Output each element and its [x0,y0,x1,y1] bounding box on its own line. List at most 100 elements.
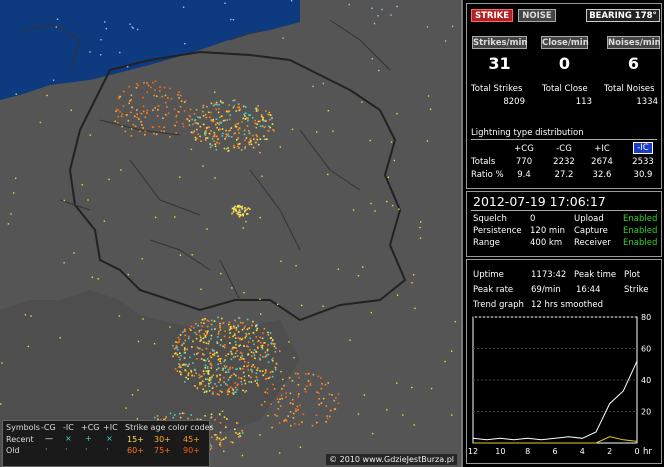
strike-dot [370,202,372,205]
strike-dot [159,86,161,88]
strike-dot [87,199,89,201]
strike-dot [363,394,365,396]
strike-dot [223,416,226,418]
strike-dot [257,109,259,112]
strike-dot [169,87,171,90]
strike-dot [289,411,292,413]
strike-dot [246,318,249,321]
type-header-pic[interactable]: +IC [585,144,619,154]
strike-dot [248,374,250,377]
strike-dot [175,114,178,117]
strike-dot [193,375,195,377]
strike-dot [295,265,297,267]
legend-age-title: Strike age color codes [125,423,214,432]
strike-dot [311,424,314,427]
ratio-pic: 32.6 [592,170,612,180]
strike-dot [200,288,202,290]
strike-dot [229,118,231,121]
noises-per-min-button[interactable]: Noises/min [607,36,661,49]
strike-dot [298,376,300,379]
bearing-button[interactable]: BEARING 178° [586,9,660,22]
strike-dot [220,101,223,104]
strike-dot [264,378,267,380]
strike-dot [184,328,186,331]
strike-dot [264,351,267,354]
strike-dot [266,138,268,140]
strike-dot [205,347,208,350]
x-tick-label: 2 [607,447,612,456]
type-header-pcg[interactable]: +CG [507,144,541,154]
strike-dot [290,0,293,2]
uptime-label: Uptime [473,270,504,280]
strike-dot [229,376,231,379]
strike-dot [215,434,217,436]
strike-dot [205,370,208,372]
lightning-map[interactable]: Symbols -CG -IC +CG +IC Strike age color… [0,0,461,467]
strike-dot [263,327,266,330]
strike-dot [217,358,220,361]
strike-dot [264,372,266,375]
strike-dot [160,130,163,132]
plot-strike-value[interactable]: Strike [624,285,648,295]
strike-dot [420,221,422,223]
strike-dot [195,372,197,374]
strike-dot [211,138,214,140]
strike-dot [242,105,245,108]
strike-dot [239,213,241,216]
strike-dot [374,210,376,212]
type-header-mic[interactable]: -IC [626,142,660,154]
strike-dot [245,332,247,335]
strike-dot [320,377,322,379]
strike-dot [249,114,252,116]
strike-dot [259,336,261,339]
strike-dot [287,415,289,417]
strike-dot [155,95,158,97]
strike-dot [154,107,156,109]
legend-symbols-label: Symbols [6,423,40,432]
strike-dot [334,408,337,410]
strike-dot [213,354,216,357]
strike-dot [177,336,180,339]
strike-dot [195,333,198,336]
strike-dot [301,421,303,423]
strike-dot [212,386,214,389]
strike-dot [259,151,261,154]
strike-dot [234,341,237,343]
strike-dot [256,369,258,371]
legend-recent-age-15: 15+ [127,435,144,444]
y-tick-label: 40 [641,376,651,385]
strike-dot [390,141,393,143]
strike-dot [249,138,252,140]
strike-dot [210,356,213,359]
strike-dot [260,114,263,116]
strike-dot [184,334,187,337]
range-value: 400 km [530,238,563,248]
strike-dot [207,111,210,114]
strike-dot [288,341,290,343]
x-tick-labels: 12 10 8 6 4 2 0 [468,447,640,456]
strike-dot [283,384,285,387]
strike-toggle-button[interactable]: STRIKE [471,9,513,22]
type-header-mcg[interactable]: -CG [547,144,581,154]
strike-dot [91,276,93,278]
strike-dot [274,366,277,369]
strike-dot [172,345,174,347]
strike-dot [451,414,453,416]
strike-dot [142,127,144,129]
noise-toggle-button[interactable]: NOISE [518,9,556,22]
strike-dot [226,110,229,112]
strikes-per-min-button[interactable]: Strikes/min [472,36,527,49]
capture-label: Capture [574,226,608,236]
strike-dot [332,130,334,132]
strike-dot [228,110,231,113]
strike-dot [257,143,260,146]
strike-dot [174,368,177,370]
strike-dot [184,339,187,342]
strike-dot [201,349,204,351]
strike-dot [245,106,247,108]
strike-dot [451,350,453,352]
strike-dot [185,370,187,372]
strike-dot [179,105,182,108]
close-per-min-button[interactable]: Close/min [541,36,589,49]
strike-dot [280,370,282,373]
